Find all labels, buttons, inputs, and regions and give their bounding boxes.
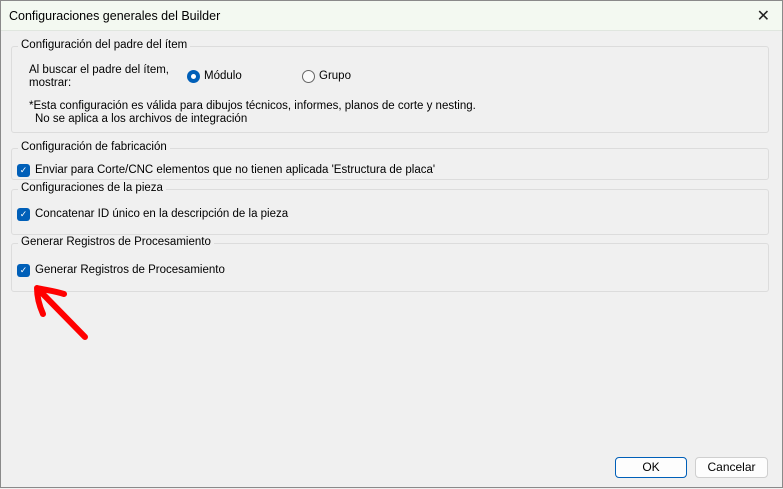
dialog-window: Configuraciones generales del Builder ✕ …	[0, 0, 783, 488]
cancel-button[interactable]: Cancelar	[695, 457, 768, 478]
ok-button[interactable]: OK	[615, 457, 687, 478]
red-arrow-annotation	[34, 285, 88, 340]
